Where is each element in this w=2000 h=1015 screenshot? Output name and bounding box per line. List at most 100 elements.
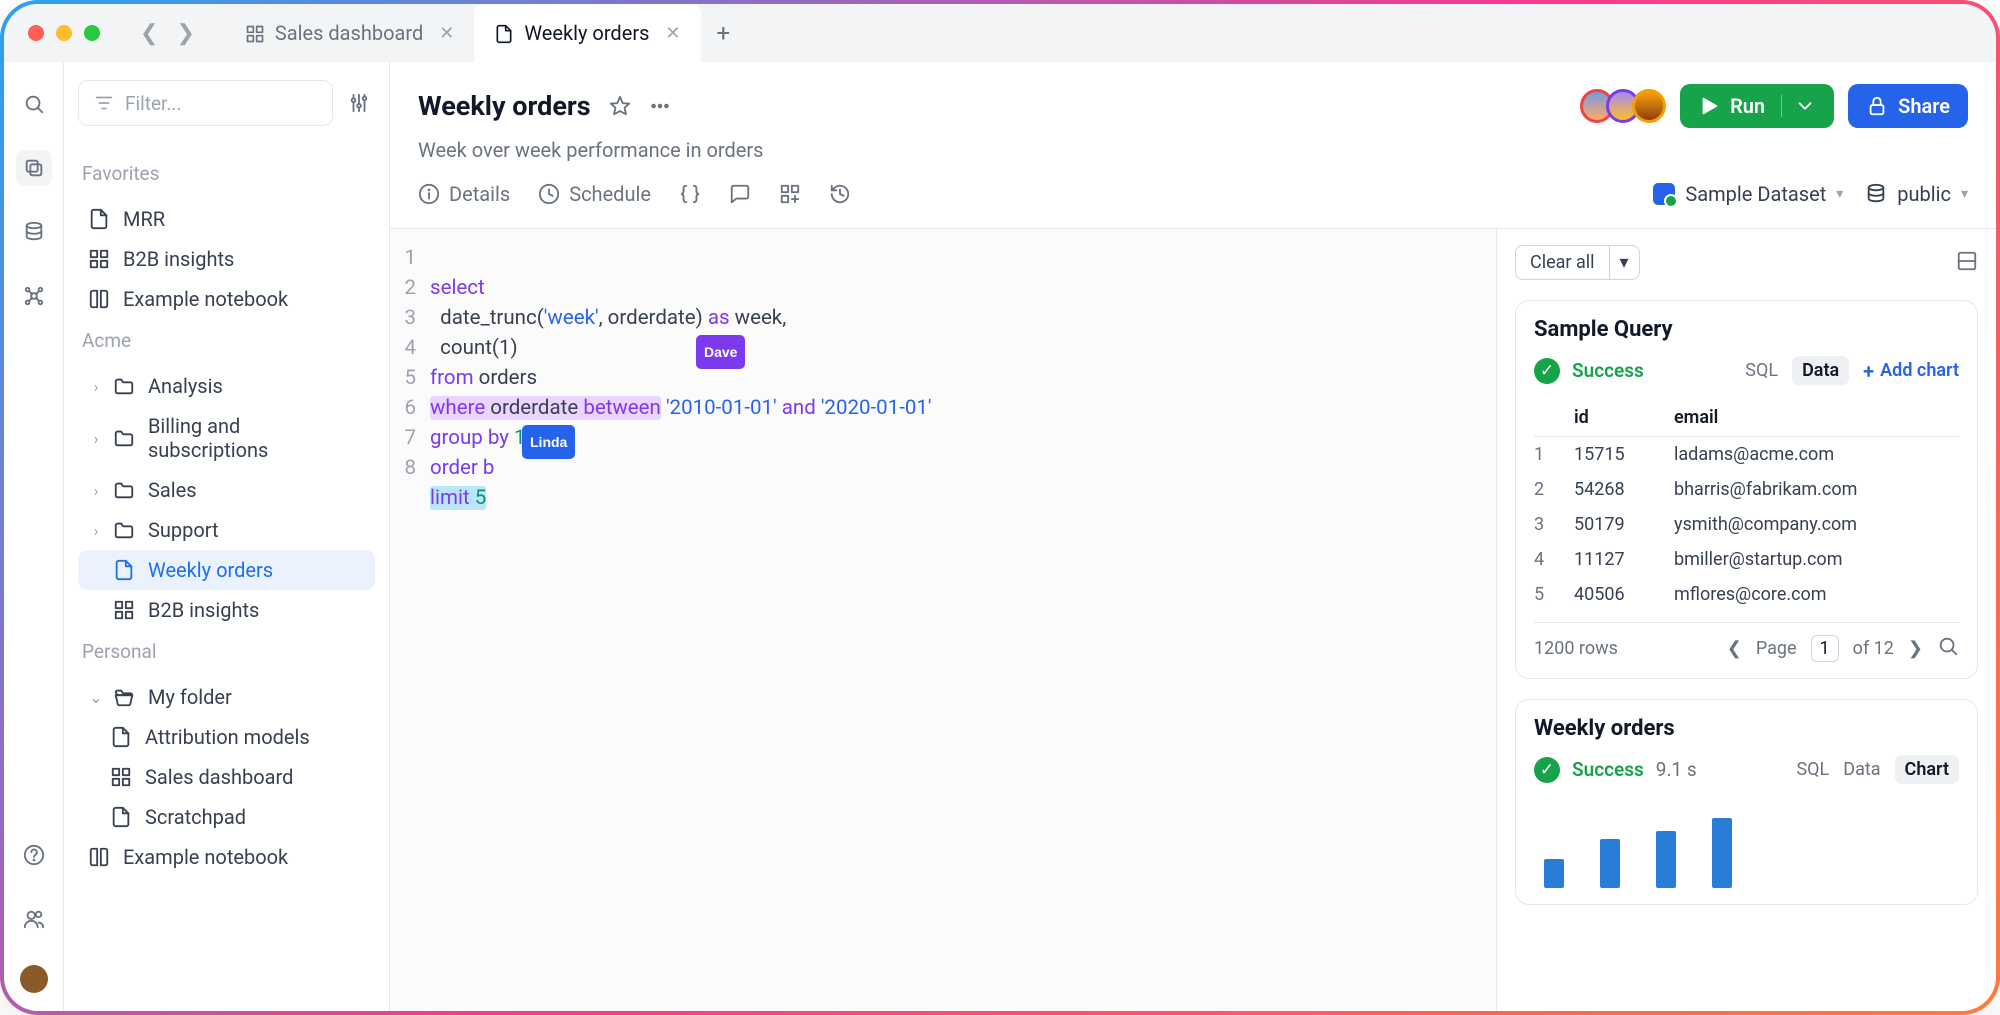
close-icon[interactable]: ✕ — [439, 23, 454, 44]
sidebar-item-sales[interactable]: ›Sales — [78, 470, 375, 510]
share-button[interactable]: Share — [1848, 84, 1968, 128]
results-panel: Clear all▾ Sample Query ✓ Success SQL Da… — [1496, 229, 1996, 1011]
table-row[interactable]: 540506mflores@core.com — [1534, 577, 1959, 612]
comment-button[interactable] — [729, 183, 751, 205]
run-label: Run — [1730, 94, 1765, 118]
tab-sql[interactable]: SQL — [1745, 360, 1778, 381]
tab-data[interactable]: Data — [1843, 759, 1880, 780]
more-icon[interactable] — [649, 95, 671, 117]
col-id: id — [1574, 407, 1674, 428]
history-button[interactable] — [829, 183, 851, 205]
nav-forward[interactable]: ❯ — [176, 21, 194, 46]
sidebar-item-b2b-insights-2[interactable]: ›B2B insights — [78, 590, 375, 630]
page-header: Weekly orders Run — [390, 62, 1996, 228]
table-row[interactable]: 411127bmiller@startup.com — [1534, 542, 1959, 577]
new-tab-button[interactable]: + — [701, 19, 747, 47]
minimize-window[interactable] — [56, 25, 72, 41]
grid-icon — [113, 599, 135, 621]
sidebar-item-label: Billing and subscriptions — [148, 414, 365, 462]
search-icon[interactable] — [1937, 635, 1959, 662]
chevron-down-icon[interactable] — [1781, 95, 1816, 117]
tab-data[interactable]: Data — [1792, 356, 1849, 385]
sliders-icon[interactable] — [343, 80, 375, 126]
col-email: email — [1674, 407, 1959, 428]
result-table: idemail 115715ladams@acme.com 254268bhar… — [1534, 399, 1959, 612]
chevron-right-icon: › — [88, 481, 104, 500]
comment-icon — [729, 183, 751, 205]
section-acme: Acme — [82, 329, 371, 352]
user-avatar[interactable] — [20, 965, 48, 993]
table-row[interactable]: 350179ysmith@company.com — [1534, 507, 1959, 542]
line-gutter: 12345678 — [390, 243, 430, 997]
nav-back[interactable]: ❮ — [140, 21, 158, 46]
help-icon[interactable] — [16, 837, 52, 873]
chevron-down-icon[interactable]: ▾ — [1609, 246, 1639, 279]
clock-icon — [538, 183, 560, 205]
tab-sales-dashboard[interactable]: Sales dashboard ✕ — [225, 4, 474, 62]
sidebar-item-b2b-insights[interactable]: B2B insights — [78, 239, 375, 279]
star-icon[interactable] — [609, 95, 631, 117]
result-card-sample-query: Sample Query ✓ Success SQL Data +Add cha… — [1515, 300, 1978, 679]
window-controls — [28, 25, 100, 41]
maximize-window[interactable] — [84, 25, 100, 41]
document-icon — [110, 726, 132, 748]
sidebar-item-analysis[interactable]: ›Analysis — [78, 366, 375, 406]
share-label: Share — [1898, 94, 1950, 118]
add-chart-button[interactable]: +Add chart — [1863, 359, 1959, 383]
run-button[interactable]: Run — [1680, 84, 1834, 128]
sidebar-item-sales-dashboard[interactable]: Sales dashboard — [78, 757, 375, 797]
close-icon[interactable]: ✕ — [665, 23, 680, 44]
tab-label: Weekly orders — [524, 21, 649, 45]
clear-all-button[interactable]: Clear all▾ — [1515, 245, 1640, 280]
copy-icon[interactable] — [16, 150, 52, 186]
code-area[interactable]: select date_trunc('week', orderdate) as … — [430, 243, 1496, 997]
avatar — [1632, 89, 1666, 123]
sidebar-item-attribution-models[interactable]: Attribution models — [78, 717, 375, 757]
table-row[interactable]: 115715ladams@acme.com — [1534, 437, 1959, 472]
chart-bar — [1656, 831, 1676, 888]
database-icon — [1865, 183, 1887, 205]
layout-icon[interactable] — [1956, 250, 1978, 276]
sidebar-item-example-notebook[interactable]: Example notebook — [78, 279, 375, 319]
filter-input[interactable]: Filter... — [78, 80, 333, 126]
details-button[interactable]: Details — [418, 182, 510, 206]
sidebar-item-support[interactable]: ›Support — [78, 510, 375, 550]
collaborator-cursor-dave: Dave — [696, 335, 745, 369]
drone-icon[interactable] — [16, 278, 52, 314]
tab-weekly-orders[interactable]: Weekly orders ✕ — [474, 4, 700, 62]
status-label: Success — [1572, 758, 1644, 781]
page-input[interactable]: 1 — [1811, 635, 1839, 662]
dataset-picker[interactable]: Sample Dataset▾ — [1653, 182, 1843, 206]
dataset-icon — [1653, 183, 1675, 205]
sidebar-item-mrr[interactable]: MRR — [78, 199, 375, 239]
schema-name: public — [1897, 182, 1951, 206]
sidebar-item-billing[interactable]: › Billing and subscriptions — [78, 406, 375, 470]
add-block-button[interactable] — [779, 183, 801, 205]
people-icon[interactable] — [16, 901, 52, 937]
format-button[interactable] — [679, 183, 701, 205]
chevron-right-icon: › — [88, 429, 104, 448]
page-label: Page — [1756, 638, 1797, 659]
schema-picker[interactable]: public▾ — [1865, 182, 1968, 206]
section-favorites: Favorites — [82, 162, 371, 185]
check-icon: ✓ — [1534, 757, 1560, 783]
tab-chart[interactable]: Chart — [1895, 755, 1959, 784]
collaborator-avatars[interactable] — [1588, 89, 1666, 123]
search-icon[interactable] — [16, 86, 52, 122]
sql-editor[interactable]: 12345678 select date_trunc('week', order… — [390, 229, 1496, 1011]
sidebar-item-example-notebook-2[interactable]: Example notebook — [78, 837, 375, 877]
database-icon[interactable] — [16, 214, 52, 250]
table-row[interactable]: 254268bharris@fabrikam.com — [1534, 472, 1959, 507]
next-page[interactable]: ❯ — [1908, 638, 1923, 659]
prev-page[interactable]: ❮ — [1727, 638, 1742, 659]
sidebar-item-weekly-orders[interactable]: ›Weekly orders — [78, 550, 375, 590]
close-window[interactable] — [28, 25, 44, 41]
grid-icon — [245, 23, 265, 43]
sidebar-item-scratchpad[interactable]: Scratchpad — [78, 797, 375, 837]
schedule-button[interactable]: Schedule — [538, 182, 651, 206]
sidebar-item-my-folder[interactable]: ⌄My folder — [78, 677, 375, 717]
titlebar: ❮ ❯ Sales dashboard ✕ Weekly orders ✕ + — [4, 4, 1996, 62]
folder-icon — [113, 519, 135, 541]
folder-icon — [113, 375, 135, 397]
tab-sql[interactable]: SQL — [1796, 759, 1829, 780]
